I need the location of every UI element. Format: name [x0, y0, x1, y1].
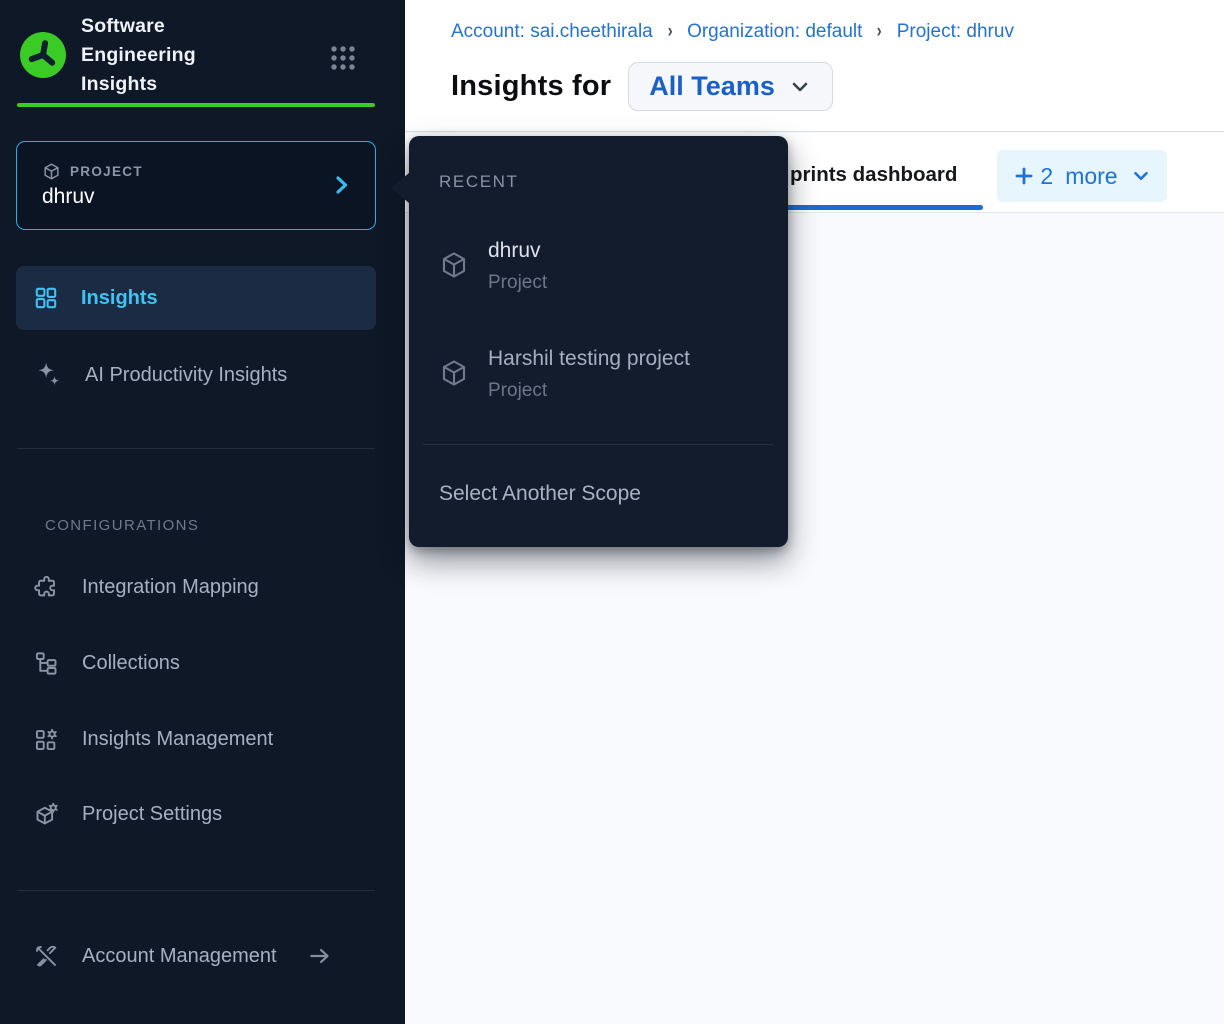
team-selector-dropdown[interactable]: All Teams [628, 62, 833, 111]
page-header: Account: sai.cheethirala › Organization:… [405, 0, 1224, 132]
recent-item-name: dhruv [488, 238, 547, 264]
project-scope-selector[interactable]: PROJECT dhruv [16, 141, 376, 230]
project-type-label: PROJECT [70, 164, 143, 179]
sidebar-item-insights[interactable]: Insights [16, 266, 376, 330]
breadcrumb-separator-icon: › [877, 21, 882, 43]
sidebar-item-ai-productivity-insights[interactable]: AI Productivity Insights [16, 348, 376, 402]
recent-item-dhruv[interactable]: dhruv Project [439, 238, 547, 294]
app-title: Software Engineering Insights [81, 12, 256, 99]
scope-dropdown-panel: RECENT dhruv Project Harshil testing pro… [409, 136, 788, 547]
breadcrumb-project[interactable]: Project: dhruv [897, 21, 1014, 43]
sparkles-icon [33, 360, 63, 390]
select-another-scope-button[interactable]: Select Another Scope [439, 482, 641, 506]
puzzle-icon [33, 574, 60, 601]
recent-section-label: RECENT [439, 172, 519, 192]
breadcrumb-account[interactable]: Account: sai.cheethirala [451, 21, 653, 43]
plus-icon [1012, 164, 1036, 188]
recent-item-type: Project [488, 272, 547, 294]
dashboard-gear-icon [33, 726, 60, 753]
sidebar-item-collections[interactable]: Collections [16, 636, 376, 690]
chevron-down-icon [788, 75, 812, 99]
chevron-right-icon [329, 173, 353, 197]
more-tabs-dropdown[interactable]: 2 more [997, 150, 1167, 202]
sidebar-item-label: AI Productivity Insights [85, 364, 287, 387]
sidebar: Software Engineering Insights PROJECT dh… [0, 0, 405, 1024]
sidebar-item-integration-mapping[interactable]: Integration Mapping [16, 560, 376, 614]
app-logo-icon [20, 32, 66, 78]
configurations-section-label: CONFIGURATIONS [45, 517, 199, 534]
breadcrumb-organization[interactable]: Organization: default [687, 21, 862, 43]
hierarchy-icon [33, 650, 60, 677]
arrow-right-icon [307, 943, 333, 969]
sidebar-item-label: Collections [82, 652, 180, 675]
recent-item-type: Project [488, 380, 690, 402]
sidebar-item-account-management[interactable]: Account Management [16, 929, 376, 983]
cube-icon [439, 250, 469, 280]
box-gear-icon [33, 801, 60, 828]
sidebar-item-label: Insights [81, 287, 158, 310]
sidebar-divider [17, 448, 375, 449]
sidebar-item-label: Insights Management [82, 728, 273, 751]
sidebar-item-project-settings[interactable]: Project Settings [16, 787, 376, 841]
tools-icon [33, 943, 60, 970]
panel-divider [423, 444, 773, 445]
sidebar-item-label: Account Management [82, 945, 277, 968]
sidebar-item-insights-management[interactable]: Insights Management [16, 712, 376, 766]
sidebar-item-label: Project Settings [82, 803, 222, 826]
breadcrumb: Account: sai.cheethirala › Organization:… [451, 21, 1014, 43]
chevron-down-icon [1130, 165, 1152, 187]
recent-item-harshil-testing-project[interactable]: Harshil testing project Project [439, 346, 690, 402]
page-title: Insights for [451, 70, 611, 103]
active-tab-indicator [770, 205, 983, 210]
brand-divider [17, 103, 375, 107]
more-tabs-count: 2 [1040, 163, 1053, 190]
team-selector-value: All Teams [649, 71, 775, 102]
sidebar-item-label: Integration Mapping [82, 576, 259, 599]
tab-sprints-dashboard[interactable]: prints dashboard [790, 163, 957, 187]
more-tabs-label: more [1065, 163, 1117, 190]
dashboard-icon [33, 285, 59, 311]
sidebar-divider [17, 890, 375, 891]
recent-item-name: Harshil testing project [488, 346, 690, 372]
breadcrumb-separator-icon: › [667, 21, 672, 43]
project-name: dhruv [42, 185, 95, 209]
cube-icon [439, 358, 469, 388]
cube-icon [42, 162, 61, 181]
app-launcher-grid-icon[interactable] [329, 44, 357, 72]
panel-pointer-arrow [391, 173, 409, 203]
